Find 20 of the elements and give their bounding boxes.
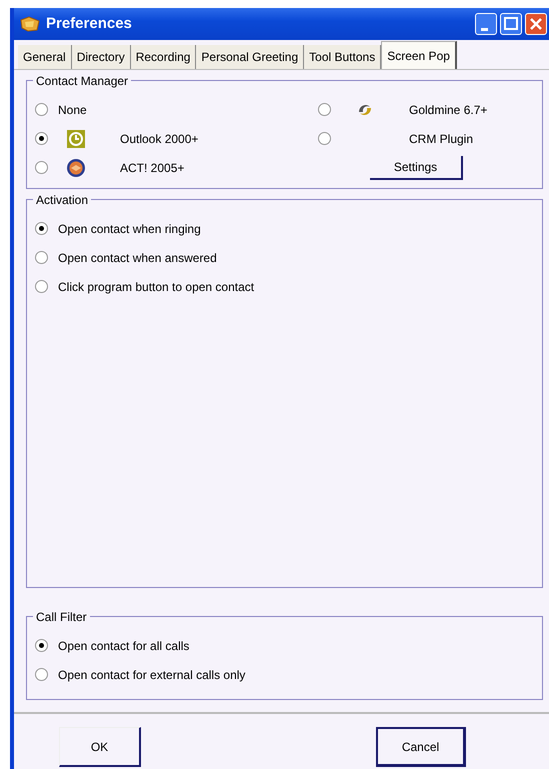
option-label: CRM Plugin <box>409 130 474 148</box>
option-label: Goldmine 6.7+ <box>409 102 488 118</box>
option-label: Open contact for external calls only <box>58 666 246 684</box>
window-title: Preferences <box>46 14 132 34</box>
option-label: Outlook 2000+ <box>120 130 198 148</box>
tab[interactable]: General <box>18 45 72 69</box>
option-label: Open contact when answered <box>58 250 217 266</box>
tab[interactable]: Screen Pop <box>381 41 457 69</box>
tab[interactable]: Personal Greeting <box>196 45 304 69</box>
option-label: Open contact when ringing <box>58 220 201 238</box>
option-label: None <box>58 102 87 118</box>
ok-button[interactable]: OK <box>59 727 141 767</box>
tab[interactable]: Recording <box>130 45 196 69</box>
tab[interactable]: Directory <box>72 45 131 69</box>
tab[interactable]: Tool Buttons <box>304 45 382 69</box>
option-label: Open contact for all calls <box>58 638 190 654</box>
cancel-button[interactable]: Cancel <box>376 727 466 767</box>
settings-button[interactable]: Settings <box>370 156 463 180</box>
option-label: Click program button to open contact <box>58 278 254 296</box>
option-label: ACT! 2005+ <box>120 160 184 176</box>
